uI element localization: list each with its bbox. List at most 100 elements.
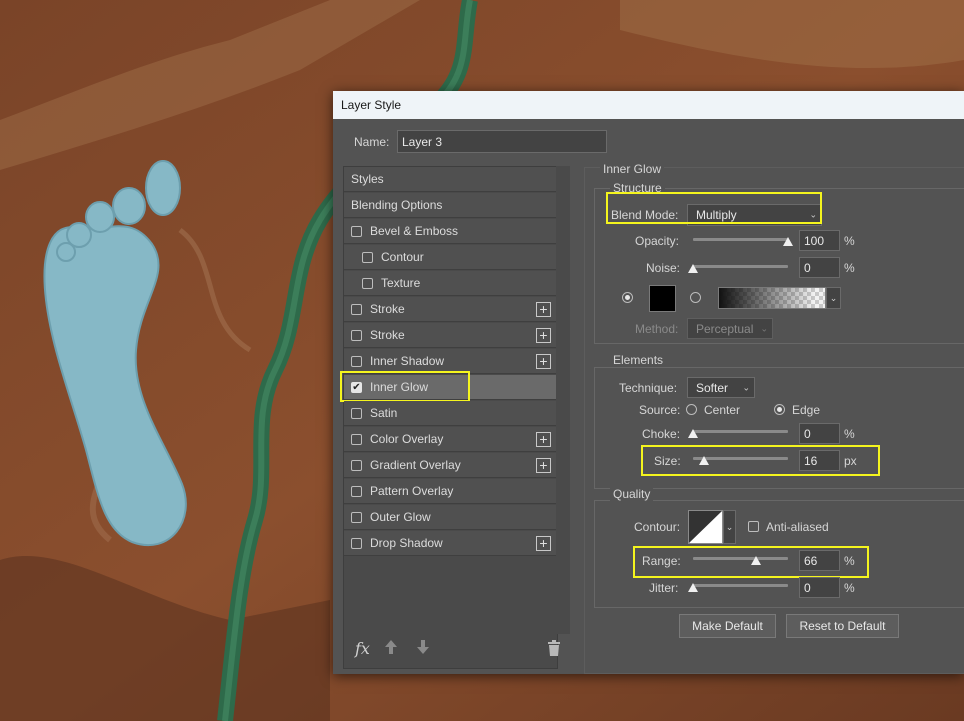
glow-color-swatch[interactable] (649, 285, 676, 312)
anti-aliased-label: Anti-aliased (766, 520, 829, 534)
contour-dropdown-chevron-icon[interactable]: ⌄ (723, 510, 736, 544)
add-icon[interactable]: + (536, 457, 551, 473)
style-item-blending-options[interactable]: Blending Options (344, 193, 556, 218)
chevron-down-icon: ⌄ (760, 323, 768, 333)
fx-label: fx (355, 639, 370, 658)
layer-name-value: Layer 3 (402, 134, 443, 149)
checkbox[interactable] (351, 329, 362, 341)
jitter-slider[interactable] (693, 584, 788, 587)
add-icon[interactable]: + (536, 301, 551, 317)
checkbox[interactable] (351, 485, 362, 497)
checkbox[interactable] (351, 225, 362, 237)
noise-slider[interactable] (693, 265, 788, 268)
quality-title: Quality (610, 487, 654, 501)
noise-input[interactable]: 0 (799, 257, 840, 278)
choke-slider-thumb[interactable] (688, 429, 698, 438)
style-item-drop-shadow[interactable]: Drop Shadow + (344, 531, 556, 556)
style-item-bevel-emboss[interactable]: Bevel & Emboss (344, 219, 556, 244)
jitter-input[interactable]: 0 (799, 577, 840, 598)
name-label: Name: (354, 135, 390, 149)
elements-title: Elements (610, 353, 667, 367)
style-item-satin[interactable]: Satin (344, 401, 556, 426)
checkbox[interactable] (351, 511, 362, 523)
style-item-label: Drop Shadow (370, 536, 443, 550)
gradient-dropdown-chevron-icon[interactable]: ⌄ (826, 287, 841, 309)
checkbox[interactable] (351, 303, 362, 315)
choke-value: 0 (804, 426, 811, 441)
layer-style-dialog: Layer Style Name: Layer 3 Styles Blending… (333, 91, 964, 674)
style-item-outer-glow[interactable]: Outer Glow (344, 505, 556, 530)
opacity-slider-thumb[interactable] (783, 237, 793, 246)
style-item-color-overlay[interactable]: Color Overlay + (344, 427, 556, 452)
reset-to-default-label: Reset to Default (799, 619, 886, 633)
jitter-unit: % (844, 581, 855, 595)
gradient-preview[interactable] (718, 287, 826, 309)
opacity-input[interactable]: 100 (799, 230, 840, 251)
style-item-texture[interactable]: Texture (344, 271, 556, 296)
method-dropdown[interactable]: Perceptual ⌄ (687, 318, 773, 339)
choke-unit: % (844, 427, 855, 441)
checkbox[interactable] (362, 277, 373, 289)
checkbox[interactable] (351, 459, 362, 471)
style-item-label: Gradient Overlay (370, 458, 461, 472)
style-item-contour[interactable]: Contour (344, 245, 556, 270)
trash-icon[interactable] (547, 640, 561, 659)
highlight-size (641, 445, 880, 476)
gradient-radio[interactable] (690, 292, 701, 303)
style-item-label: Styles (351, 172, 384, 186)
reset-to-default-button[interactable]: Reset to Default (786, 614, 899, 638)
source-label: Source: (639, 403, 681, 417)
style-item-styles[interactable]: Styles (344, 167, 556, 192)
add-icon[interactable]: + (536, 431, 551, 447)
styles-list-scrollbar[interactable] (556, 166, 570, 634)
checkbox[interactable] (362, 251, 373, 263)
arrow-up-icon[interactable] (384, 639, 398, 658)
style-item-label: Outer Glow (370, 510, 431, 524)
solid-color-radio[interactable] (622, 292, 633, 303)
style-item-label: Texture (381, 276, 421, 290)
opacity-slider[interactable] (693, 238, 788, 241)
style-item-label: Color Overlay (370, 432, 444, 446)
choke-slider[interactable] (693, 430, 788, 433)
technique-dropdown[interactable]: Softer ⌄ (687, 377, 755, 398)
checkbox[interactable] (351, 407, 362, 419)
style-item-pattern-overlay[interactable]: Pattern Overlay (344, 479, 556, 504)
noise-slider-thumb[interactable] (688, 264, 698, 273)
jitter-slider-thumb[interactable] (688, 583, 698, 592)
noise-value: 0 (804, 260, 811, 275)
choke-input[interactable]: 0 (799, 423, 840, 444)
choke-label: Choke: (642, 427, 681, 441)
style-item-label: Blending Options (351, 198, 443, 212)
add-icon[interactable]: + (536, 353, 551, 369)
inner-glow-heading: Inner Glow (600, 162, 665, 176)
source-center-radio[interactable] (686, 404, 697, 415)
highlight-range (633, 546, 869, 578)
source-center-label: Center (704, 403, 741, 417)
anti-aliased-checkbox[interactable] (748, 521, 759, 532)
source-edge-radio[interactable] (774, 404, 785, 415)
add-icon[interactable]: + (536, 327, 551, 343)
layer-name-input[interactable]: Layer 3 (397, 130, 607, 153)
contour-preview[interactable] (688, 510, 723, 544)
opacity-unit: % (844, 234, 855, 248)
style-item-gradient-overlay[interactable]: Gradient Overlay + (344, 453, 556, 478)
make-default-button[interactable]: Make Default (679, 614, 776, 638)
style-item-stroke[interactable]: Stroke + (344, 297, 556, 322)
style-item-label: Bevel & Emboss (370, 224, 459, 238)
checkbox[interactable] (351, 433, 362, 445)
checkbox[interactable] (351, 355, 362, 367)
method-value: Perceptual (696, 321, 754, 336)
contour-label: Contour: (634, 520, 681, 534)
add-icon[interactable]: + (536, 535, 551, 551)
checkbox[interactable] (351, 537, 362, 549)
style-item-label: Contour (381, 250, 424, 264)
arrow-down-icon[interactable] (416, 639, 430, 658)
source-edge-label: Edge (792, 403, 821, 417)
style-item-label: Inner Shadow (370, 354, 445, 368)
opacity-label: Opacity: (635, 234, 680, 248)
fx-icon[interactable]: fx (355, 639, 370, 658)
style-item-label: Stroke (370, 302, 405, 316)
noise-unit: % (844, 261, 855, 275)
style-item-label: Satin (370, 406, 398, 420)
style-item-stroke[interactable]: Stroke + (344, 323, 556, 348)
